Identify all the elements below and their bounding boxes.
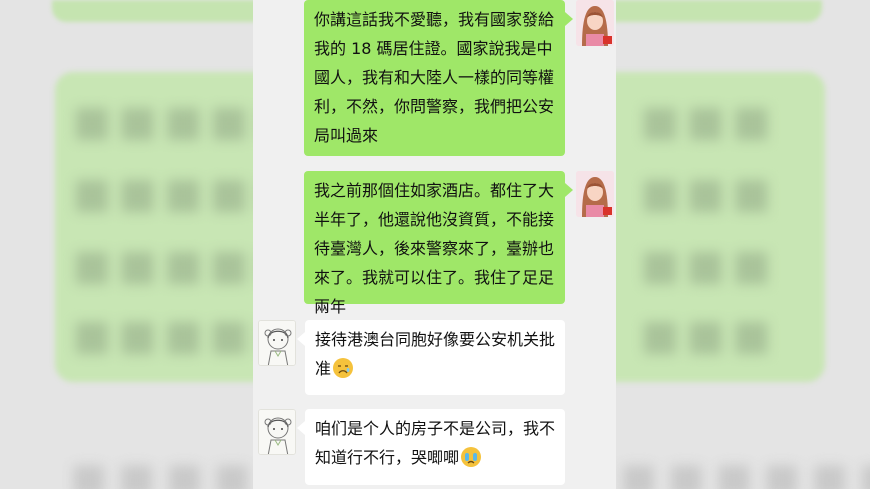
received-message-bubble[interactable]: 接待港澳台同胞好像要公安机关批准 [305,320,565,395]
crying-face-emoji-icon [461,447,482,467]
received-message-bubble[interactable]: 咱们是个人的房子不是公司，我不知道行不行，哭唧唧 [305,409,565,485]
chat-conversation[interactable]: 你講這話我不愛聽，我有國家發給我的 18 碼居住證。國家說我是中國人，我有和大陸… [253,0,616,489]
blurred-text-line: ■■■ [640,96,778,145]
sad-face-emoji-icon [333,358,354,378]
avatar-sketch-girl-icon [259,410,295,454]
message-text: 你講這話我不愛聽，我有國家發給我的 18 碼居住證。國家說我是中國人，我有和大陸… [314,10,555,145]
blurred-text-line: ■■■ [640,168,778,217]
blurred-text-line: ■■■ [640,310,778,359]
avatar-sketch-girl-icon [259,321,295,365]
contact-avatar[interactable] [258,320,296,366]
avatar-girl-icon [576,171,614,217]
blurred-text-line: ■■■ [640,240,778,289]
sent-message-bubble[interactable]: 你講這話我不愛聽，我有國家發給我的 18 碼居住證。國家說我是中國人，我有和大陸… [304,0,565,156]
avatar-girl-icon [576,0,614,46]
message-text: 我之前那個住如家酒店。都住了大半年了，他還說他沒資質，不能接待臺灣人，後來警察來… [314,181,555,316]
bubble-tail [565,12,573,26]
user-avatar[interactable] [576,0,614,46]
message-text: 咱们是个人的房子不是公司，我不知道行不行，哭唧唧 [315,419,556,467]
bubble-tail [297,332,305,346]
user-avatar[interactable] [576,171,614,217]
bubble-tail [565,183,573,197]
contact-avatar[interactable] [258,409,296,455]
sent-message-bubble[interactable]: 我之前那個住如家酒店。都住了大半年了，他還說他沒資質，不能接待臺灣人，後來警察來… [304,171,565,316]
bubble-tail [297,421,305,435]
